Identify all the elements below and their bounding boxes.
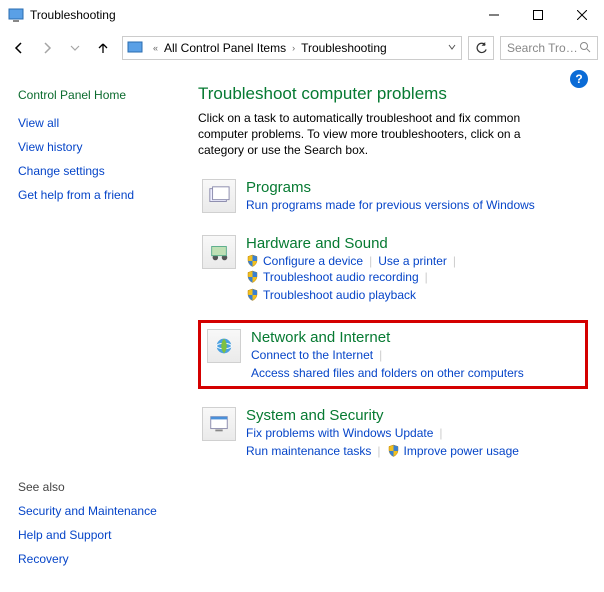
- see-also: See also Security and Maintenance Help a…: [18, 480, 157, 576]
- window-title: Troubleshooting: [30, 8, 116, 22]
- sidebar-link[interactable]: Get help from a friend: [18, 188, 198, 202]
- troubleshooter-link[interactable]: Run maintenance tasks: [246, 444, 371, 458]
- maximize-button[interactable]: [516, 1, 560, 29]
- sidebar-link[interactable]: View history: [18, 140, 198, 154]
- page-title: Troubleshoot computer problems: [198, 84, 588, 104]
- shield-icon: [246, 288, 259, 301]
- category: Network and Internet Connect to the Inter…: [198, 320, 588, 389]
- help-icon[interactable]: ?: [570, 70, 588, 88]
- category: Programs Run programs made for previous v…: [198, 175, 588, 217]
- address-bar[interactable]: « All Control Panel Items › Troubleshoot…: [122, 36, 462, 60]
- troubleshooter-link[interactable]: Configure a device: [246, 254, 363, 268]
- see-also-link[interactable]: Recovery: [18, 552, 157, 566]
- sidebar-link[interactable]: View all: [18, 116, 198, 130]
- category-icon: [202, 407, 236, 441]
- shield-icon: [387, 444, 400, 457]
- category-icon: [207, 329, 241, 363]
- category: System and Security Fix problems with Win…: [198, 403, 588, 462]
- navbar: « All Control Panel Items › Troubleshoot…: [0, 30, 604, 66]
- chevron-down-icon[interactable]: [447, 41, 457, 55]
- control-panel-icon: [127, 40, 143, 56]
- close-button[interactable]: [560, 1, 604, 29]
- recent-dropdown[interactable]: [62, 35, 88, 61]
- breadcrumb-item[interactable]: Troubleshooting: [301, 41, 387, 55]
- category-title[interactable]: Network and Internet: [251, 329, 579, 346]
- breadcrumb-item[interactable]: All Control Panel Items: [164, 41, 286, 55]
- minimize-button[interactable]: [472, 1, 516, 29]
- see-also-link[interactable]: Help and Support: [18, 528, 157, 542]
- search-icon: [579, 41, 591, 56]
- page-description: Click on a task to automatically trouble…: [198, 110, 558, 159]
- see-also-link[interactable]: Security and Maintenance: [18, 504, 157, 518]
- forward-button[interactable]: [34, 35, 60, 61]
- back-button[interactable]: [6, 35, 32, 61]
- control-panel-home-link[interactable]: Control Panel Home: [18, 88, 198, 102]
- sidebar: Control Panel Home View all View history…: [18, 76, 198, 476]
- troubleshooter-link[interactable]: Troubleshoot audio recording: [246, 270, 419, 284]
- category-title[interactable]: Hardware and Sound: [246, 235, 584, 252]
- sidebar-link[interactable]: Change settings: [18, 164, 198, 178]
- troubleshooter-link[interactable]: Run programs made for previous versions …: [246, 198, 535, 212]
- category-icon: [202, 179, 236, 213]
- titlebar: Troubleshooting: [0, 0, 604, 30]
- category-title[interactable]: Programs: [246, 179, 584, 196]
- refresh-button[interactable]: [468, 36, 494, 60]
- main-content: ? Troubleshoot computer problems Click o…: [198, 76, 588, 476]
- shield-icon: [246, 254, 259, 267]
- troubleshooter-link[interactable]: Connect to the Internet: [251, 348, 373, 362]
- troubleshooter-link[interactable]: Troubleshoot audio playback: [246, 288, 416, 302]
- up-button[interactable]: [90, 35, 116, 61]
- search-placeholder: Search Tro…: [507, 41, 578, 55]
- search-input[interactable]: Search Tro…: [500, 36, 598, 60]
- category-title[interactable]: System and Security: [246, 407, 584, 424]
- shield-icon: [246, 270, 259, 283]
- breadcrumb-sep: ›: [292, 43, 295, 53]
- app-icon: [8, 7, 24, 23]
- category-icon: [202, 235, 236, 269]
- troubleshooter-link[interactable]: Use a printer: [378, 254, 447, 268]
- troubleshooter-link[interactable]: Access shared files and folders on other…: [251, 366, 524, 380]
- troubleshooter-link[interactable]: Improve power usage: [387, 444, 519, 458]
- category: Hardware and SoundConfigure a device|Use…: [198, 231, 588, 306]
- troubleshooter-link[interactable]: Fix problems with Windows Update: [246, 426, 433, 440]
- see-also-header: See also: [18, 480, 157, 494]
- breadcrumb-sep: «: [153, 43, 158, 53]
